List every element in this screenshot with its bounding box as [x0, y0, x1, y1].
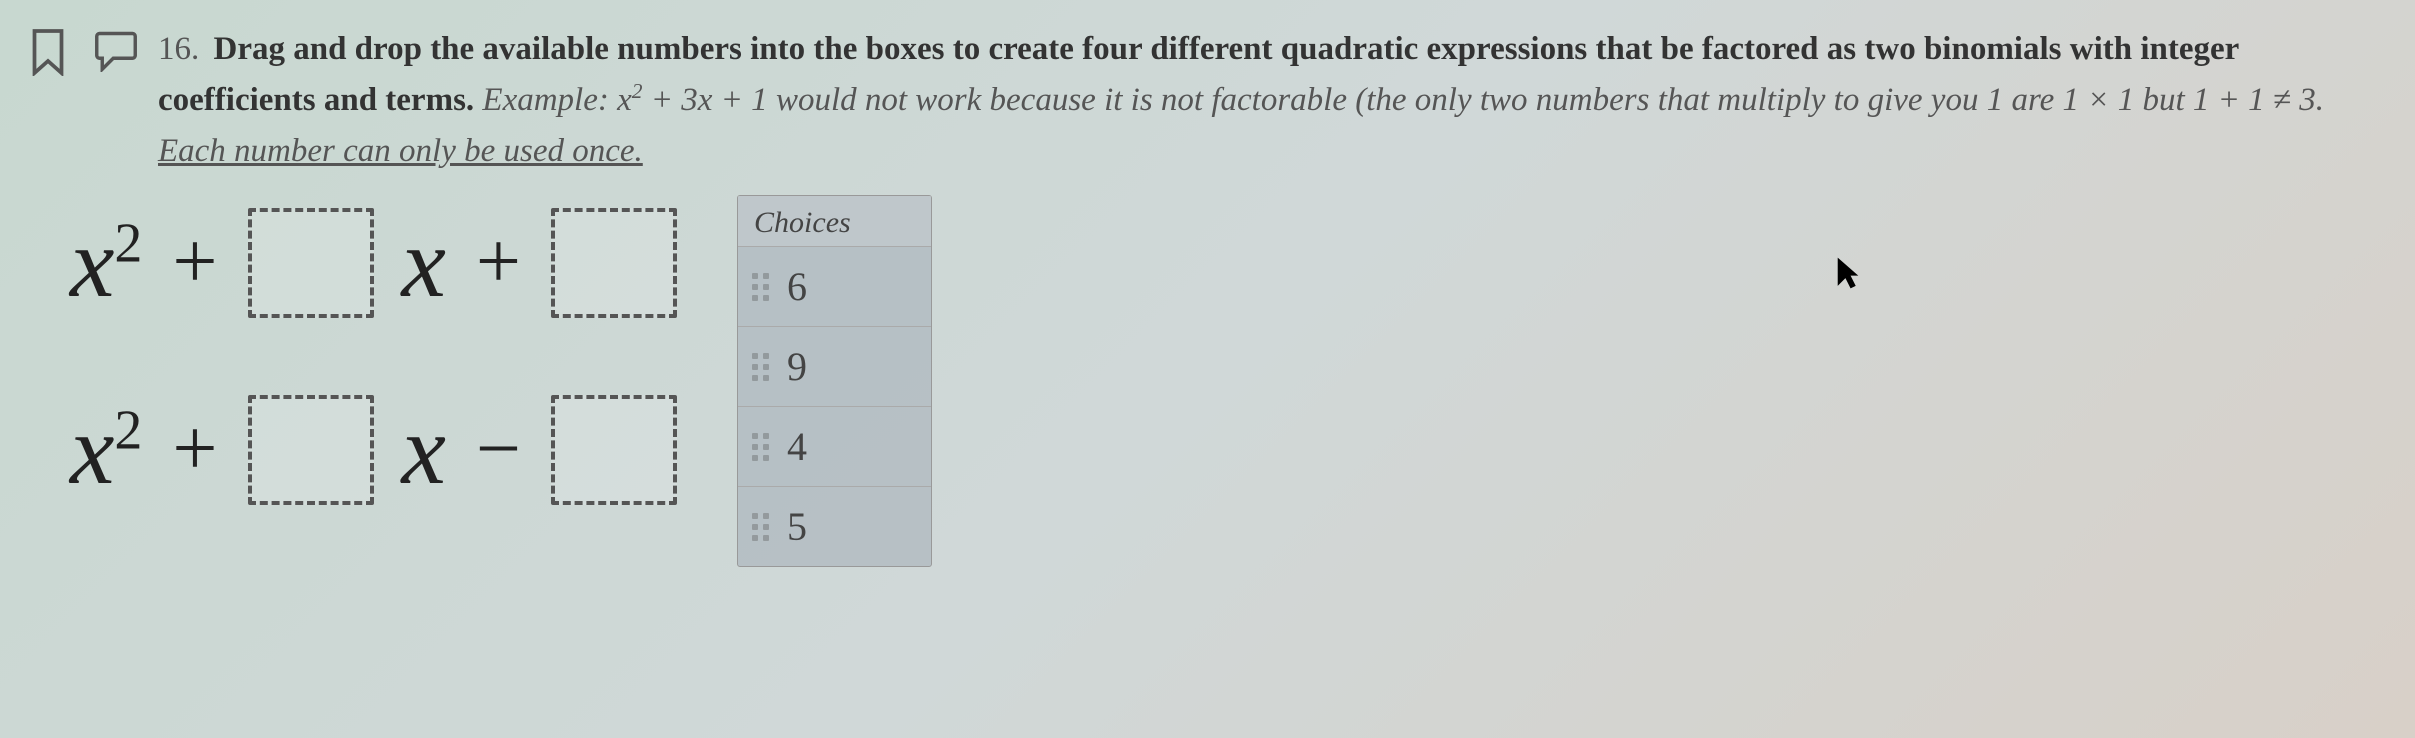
choice-value: 4	[787, 423, 807, 470]
choice-item[interactable]: 6	[738, 246, 931, 326]
minus-operator: −	[470, 404, 527, 495]
drop-target-coef[interactable]	[248, 395, 374, 505]
x-term: x	[398, 392, 446, 507]
choice-value: 6	[787, 263, 807, 310]
x-squared-term: x2	[70, 392, 142, 507]
drag-handle-icon	[752, 353, 769, 381]
drop-target-constant[interactable]	[551, 208, 677, 318]
choice-item[interactable]: 5	[738, 486, 931, 566]
choices-panel: Choices 6 9 4 5	[737, 195, 932, 567]
x-term: x	[398, 205, 446, 320]
choices-header: Choices	[738, 196, 931, 246]
drop-target-constant[interactable]	[551, 395, 677, 505]
choice-value: 5	[787, 503, 807, 550]
example-expression: x2 + 3x + 1	[617, 82, 768, 118]
drag-handle-icon	[752, 273, 769, 301]
expressions-area: x2 + x + x2 + x −	[70, 205, 677, 507]
expression-row: x2 + x −	[70, 392, 677, 507]
chat-icon[interactable]	[94, 28, 138, 81]
question-number: 16.	[158, 31, 199, 67]
question-text: 16. Drag and drop the available numbers …	[158, 20, 2385, 177]
plus-operator: +	[166, 217, 223, 308]
x-squared-term: x2	[70, 205, 142, 320]
drag-handle-icon	[752, 433, 769, 461]
drop-target-coef[interactable]	[248, 208, 374, 318]
plus-operator: +	[166, 404, 223, 495]
usage-note: Each number can only be used once.	[158, 133, 643, 169]
drag-handle-icon	[752, 513, 769, 541]
expression-row: x2 + x +	[70, 205, 677, 320]
choice-value: 9	[787, 343, 807, 390]
plus-operator: +	[470, 217, 527, 308]
choice-item[interactable]: 4	[738, 406, 931, 486]
bookmark-icon[interactable]	[30, 28, 66, 81]
choice-item[interactable]: 9	[738, 326, 931, 406]
